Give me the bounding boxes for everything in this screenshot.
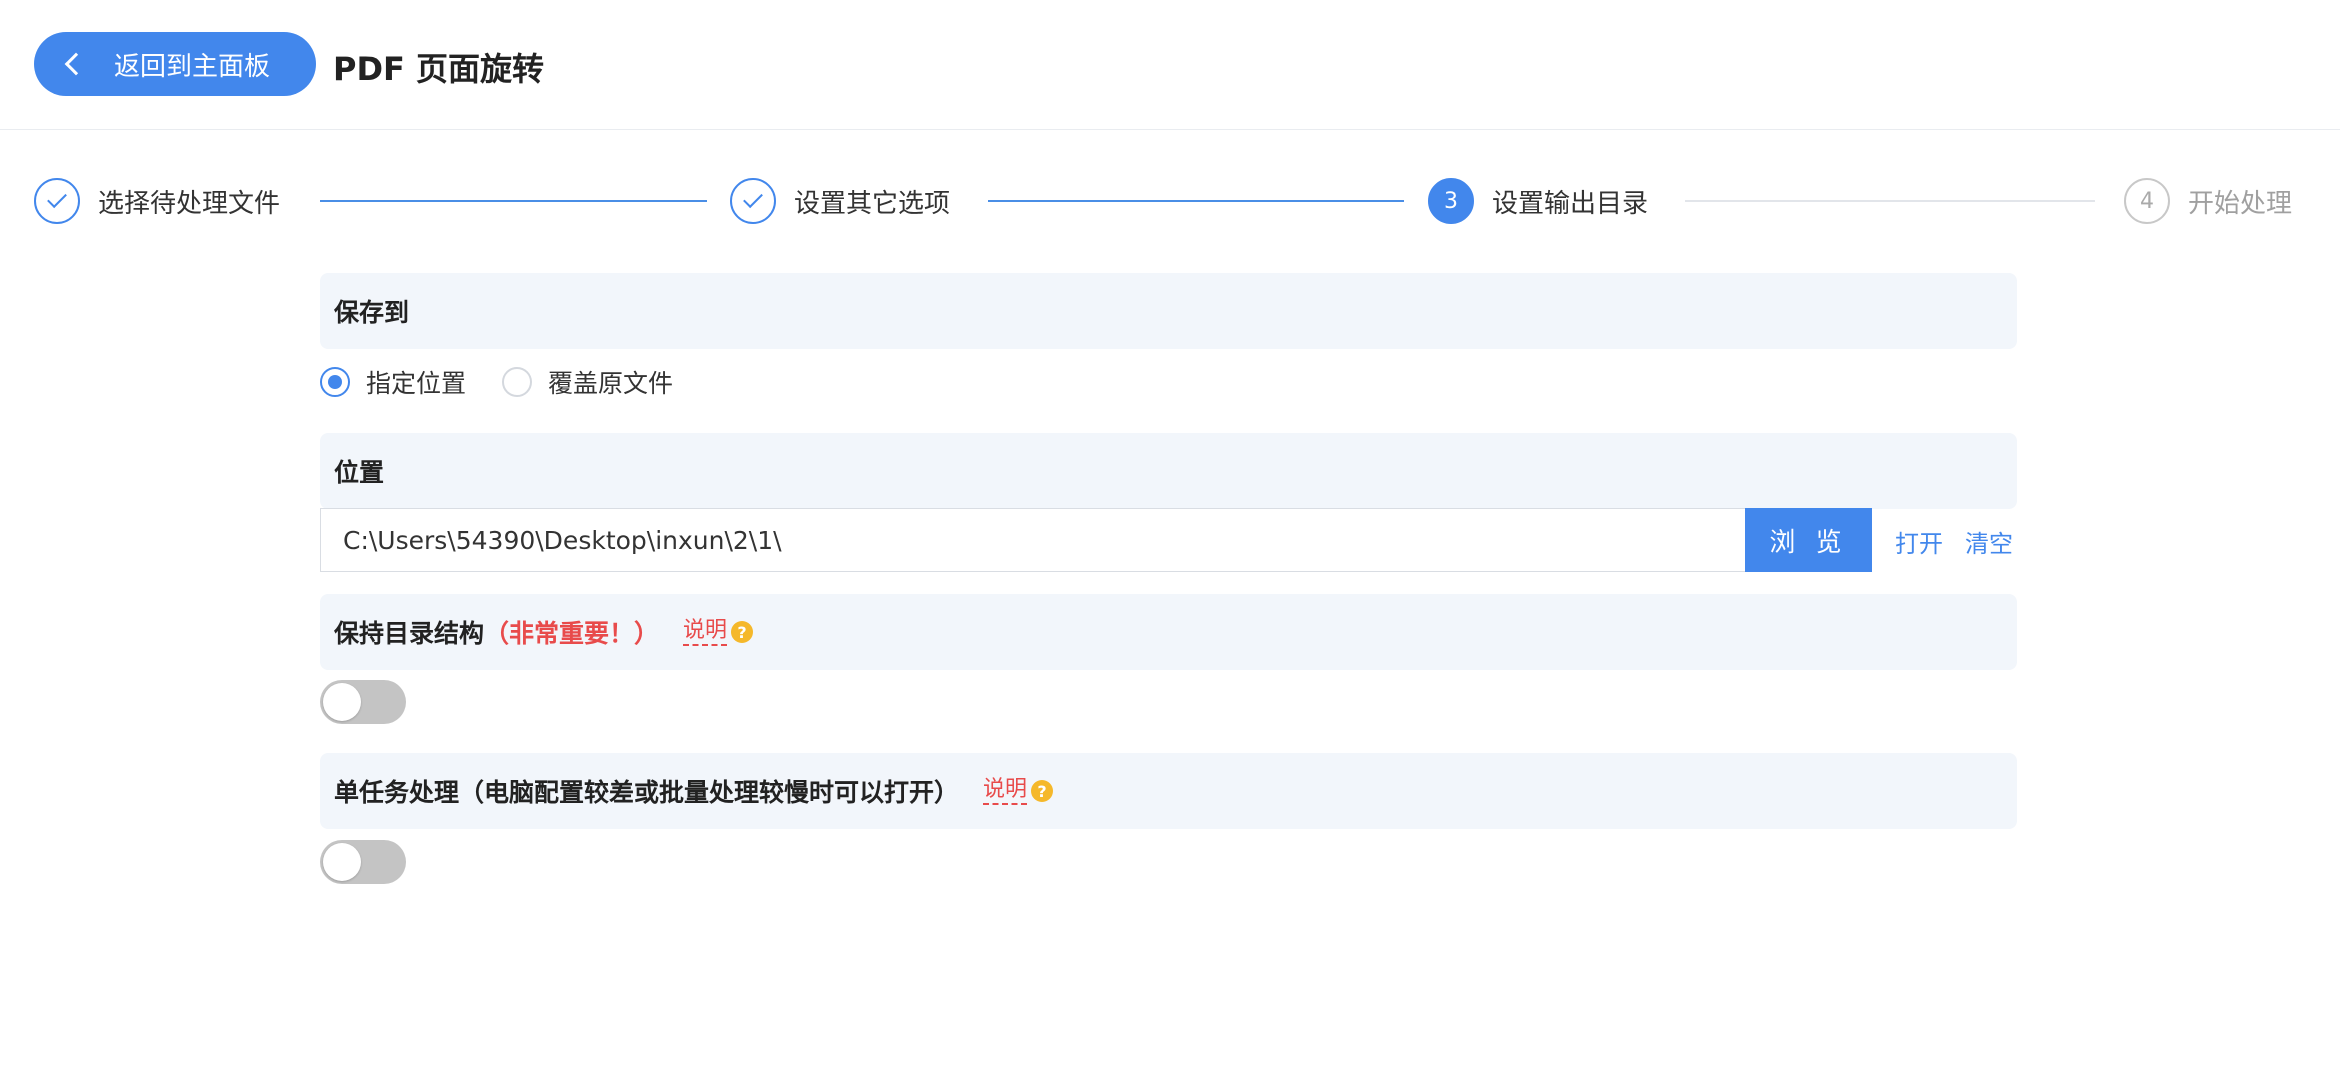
important-warning: （非常重要！） — [484, 619, 660, 648]
radio-overwrite-original[interactable] — [502, 367, 533, 397]
chevron-left-icon — [64, 52, 88, 76]
step-connector — [320, 200, 707, 202]
back-button-label: 返回到主面板 — [114, 51, 271, 82]
toggle-knob — [323, 843, 361, 881]
step-label: 开始处理 — [2188, 188, 2293, 219]
keep-structure-help-link[interactable]: 说明 — [683, 618, 728, 646]
step-other-options[interactable]: 设置其它选项 — [730, 176, 950, 226]
step-label: 选择待处理文件 — [98, 188, 281, 219]
keep-structure-section-header: 保持目录结构 （非常重要！） 说明 ? — [320, 594, 2017, 670]
clear-path-link[interactable]: 清空 — [1965, 524, 2013, 559]
browse-button[interactable]: 浏 览 — [1745, 508, 1872, 572]
header: 返回到主面板 PDF 页面旋转 — [0, 0, 2340, 130]
location-section-header: 位置 — [320, 433, 2017, 509]
step-label: 设置输出目录 — [1492, 188, 1649, 219]
check-icon — [730, 178, 776, 224]
radio-label[interactable]: 覆盖原文件 — [548, 364, 673, 400]
step-connector — [1685, 200, 2095, 202]
section-title: 保持目录结构 — [334, 619, 485, 648]
page-title: PDF 页面旋转 — [333, 50, 545, 88]
question-icon[interactable]: ? — [1031, 780, 1054, 802]
output-path-input[interactable]: C:\Users\54390\Desktop\inxun\2\1\ — [320, 508, 1745, 572]
section-title: 单任务处理（电脑配置较差或批量处理较慢时可以打开） — [334, 778, 960, 807]
single-task-section-header: 单任务处理（电脑配置较差或批量处理较慢时可以打开） 说明 ? — [320, 753, 2017, 829]
toggle-knob — [323, 683, 361, 721]
save-to-section-header: 保存到 — [320, 273, 2017, 349]
check-icon — [34, 178, 80, 224]
single-task-toggle[interactable] — [320, 840, 406, 884]
step-output-directory[interactable]: 3 设置输出目录 — [1428, 176, 1648, 226]
keep-structure-toggle[interactable] — [320, 680, 406, 724]
step-select-files[interactable]: 选择待处理文件 — [34, 176, 280, 226]
step-number-badge: 3 — [1428, 178, 1474, 224]
step-connector — [988, 200, 1404, 202]
open-folder-link[interactable]: 打开 — [1895, 524, 1943, 559]
step-start-processing[interactable]: 4 开始处理 — [2124, 176, 2292, 226]
back-to-dashboard-button[interactable]: 返回到主面板 — [34, 32, 316, 96]
radio-label[interactable]: 指定位置 — [366, 364, 466, 400]
step-label: 设置其它选项 — [794, 188, 951, 219]
question-icon[interactable]: ? — [731, 621, 754, 643]
single-task-help-link[interactable]: 说明 — [983, 777, 1028, 805]
save-to-options: 指定位置 覆盖原文件 — [320, 360, 709, 404]
radio-specified-location[interactable] — [320, 367, 350, 397]
step-number-badge: 4 — [2124, 178, 2170, 224]
section-title: 保存到 — [334, 298, 410, 327]
section-title: 位置 — [334, 458, 385, 487]
